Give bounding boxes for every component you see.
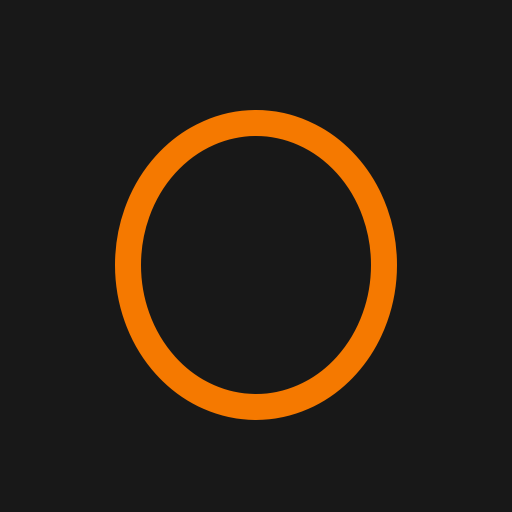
ring-shape (115, 110, 397, 420)
app-canvas (0, 0, 512, 512)
ring-icon (115, 110, 397, 420)
